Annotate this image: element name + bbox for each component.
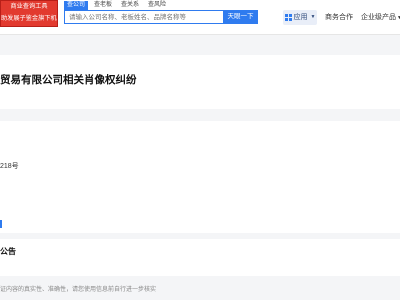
chevron-down-icon: ▼ [310,14,316,20]
enterprise-products-link[interactable]: 企业级产品▼ [361,13,400,23]
tab-relation[interactable]: 查关系 [118,1,142,10]
tab-boss[interactable]: 查老板 [91,1,115,10]
search-input[interactable] [64,10,223,24]
tab-company[interactable]: 查公司 [64,1,89,10]
case-number: 218号 [0,163,19,170]
top-navigation-bar: 商业查询工具 助发展子鉴金旗下机构 查公司 查老板 查关系 查风险 天眼一下 应… [0,0,400,35]
brand-logo-badge[interactable]: 商业查询工具 助发展子鉴金旗下机构 [0,0,58,27]
logo-text-line2: 助发展子鉴金旗下机构 [1,15,58,22]
search-button[interactable]: 天眼一下 [223,10,258,24]
grid-icon [284,14,292,21]
case-detail-card: 218号 [0,121,400,233]
disclaimer-text: 证内容的真实性、准确性，请您使用信息前自行进一步核实 [0,287,157,293]
apps-menu-label: 应用 [293,14,308,21]
apps-menu-button[interactable]: 应用 ▼ [283,10,317,25]
logo-text-line1: 商业查询工具 [10,3,48,10]
business-cooperation-link[interactable]: 商务合作 [325,13,353,23]
accent-marker [0,220,2,228]
page-title: 贸易有限公司相关肖像权纠纷 [0,74,137,86]
section-title: 公告 [0,247,16,256]
tab-risk[interactable]: 查风险 [145,1,169,10]
case-title-card: 贸易有限公司相关肖像权纠纷 [0,55,400,109]
announcement-section: 公告 [0,239,400,276]
enterprise-products-label: 企业级产品 [361,14,396,21]
search-type-tabs: 查公司 查老板 查关系 查风险 [64,1,169,10]
